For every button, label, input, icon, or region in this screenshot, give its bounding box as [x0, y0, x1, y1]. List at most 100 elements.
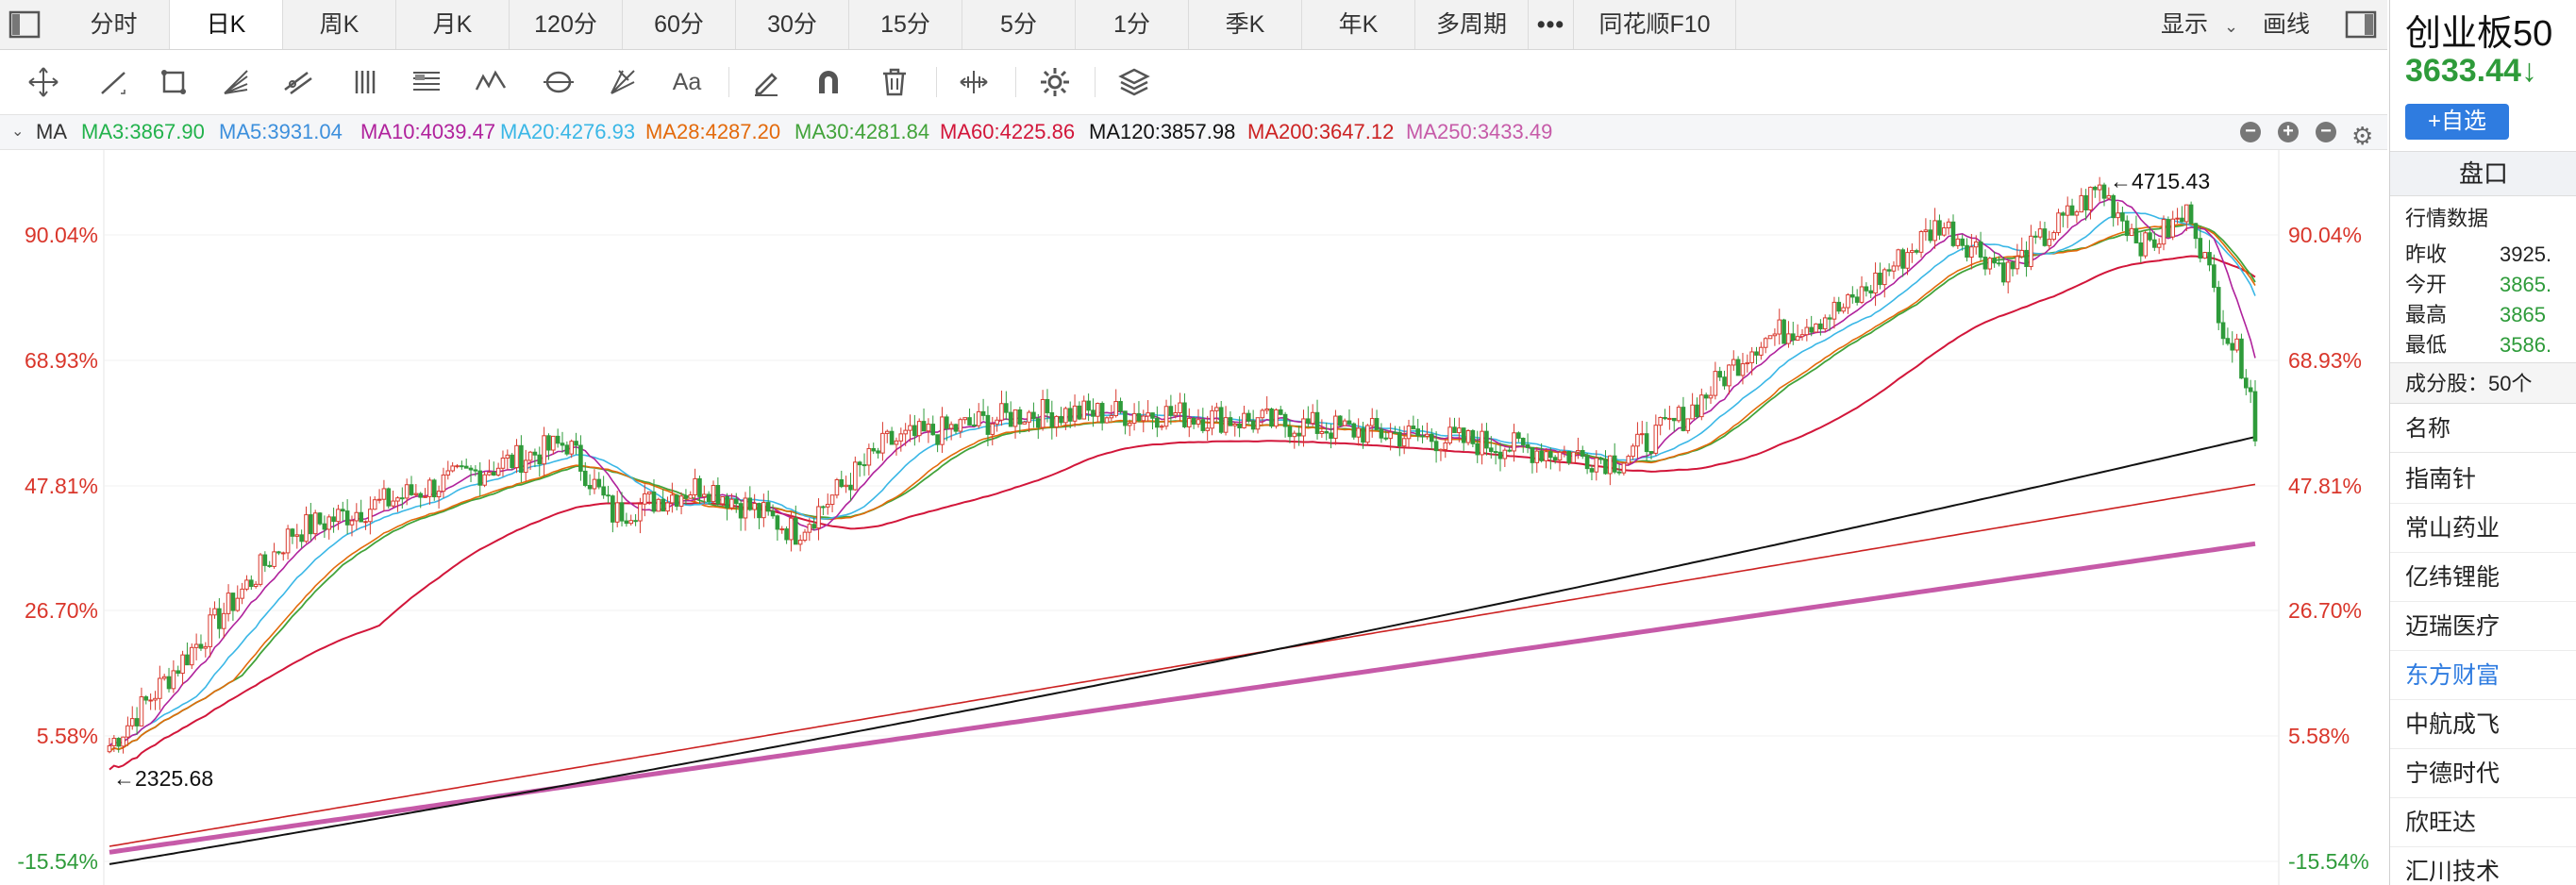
tab-period[interactable]: 分时 [59, 0, 170, 49]
stock-list-item[interactable]: 中航成飞 [2390, 700, 2576, 749]
ma-label[interactable]: MA [36, 115, 67, 149]
add-watchlist-button[interactable]: +自选 [2405, 104, 2509, 140]
candle-body [180, 654, 185, 675]
candle-body [646, 491, 652, 494]
candle-body [1081, 400, 1087, 420]
tab-period[interactable]: 日K [170, 0, 283, 49]
stock-list-item[interactable]: 欣旺达 [2390, 798, 2576, 847]
wave-tool-icon[interactable] [472, 63, 510, 101]
tab-period[interactable]: 15分 [849, 0, 962, 49]
vertical-lines-icon[interactable] [349, 63, 387, 101]
high-annotation: ←4715.43 [2110, 169, 2210, 193]
candle-body [894, 440, 899, 445]
candle-body [1910, 250, 1915, 254]
candle-body [1383, 437, 1389, 440]
candle-body [1648, 451, 1654, 454]
tab-period[interactable]: 多周期 [1415, 0, 1529, 49]
tab-period[interactable]: 120分 [510, 0, 623, 49]
magnet-icon[interactable] [810, 63, 847, 101]
move-cursor-icon[interactable] [25, 63, 62, 101]
ma-value: MA5:3931.04 [219, 120, 343, 143]
panel-toggle-icon[interactable] [2344, 8, 2378, 42]
tab-period[interactable]: 月K [396, 0, 510, 49]
candle-body [725, 495, 729, 509]
candle-body [276, 551, 281, 554]
fibonacci-icon[interactable] [408, 63, 445, 101]
tab-period[interactable]: 60分 [623, 0, 736, 49]
candle-body [1612, 455, 1617, 473]
candle-body [532, 451, 538, 456]
candle-body [1749, 351, 1754, 363]
candle-body [1864, 286, 1869, 292]
stock-list-item[interactable]: 指南针 [2390, 455, 2576, 504]
cycle-tool-icon[interactable] [540, 63, 577, 101]
kline-chart[interactable]: 90.04% 90.04% 68.93% 68.93% 47.81% 47.81% 26.7… [0, 150, 2387, 885]
gann-tool-icon[interactable] [604, 63, 642, 101]
candle-body [1534, 450, 1540, 463]
candle-body [1896, 249, 1901, 267]
candle-body [587, 485, 593, 490]
tab-period[interactable]: 同花顺F10 [1574, 0, 1736, 49]
stock-list-item[interactable]: 常山药业 [2390, 504, 2576, 553]
trash-icon[interactable] [876, 63, 913, 101]
candle-body [1365, 425, 1370, 443]
layers-icon[interactable] [1115, 63, 1153, 101]
pankou-tab[interactable]: 盘口 [2390, 151, 2576, 196]
tab-period[interactable]: 1分 [1076, 0, 1189, 49]
stock-list-item[interactable]: 迈瑞医疗 [2390, 602, 2576, 651]
stock-list-item[interactable]: 汇川技术 [2390, 847, 2576, 885]
tab-period[interactable]: 周K [283, 0, 396, 49]
candle-body [1329, 432, 1333, 440]
stock-list-item[interactable]: 东方财富 [2390, 651, 2576, 700]
collapse-chevron-icon[interactable]: ⌄ [11, 115, 24, 149]
candle-body [574, 441, 578, 446]
candle-body [2051, 232, 2056, 241]
draw-line-button[interactable]: 画线 [2263, 0, 2310, 49]
channel-tool-icon[interactable] [279, 63, 317, 101]
tab-period[interactable]: 5分 [962, 0, 1076, 49]
tab-period[interactable]: 季K [1189, 0, 1302, 49]
display-menu-button[interactable]: 显示 ⌄ [2161, 0, 2238, 49]
tab-period[interactable]: 30分 [736, 0, 849, 49]
candle-body [1608, 455, 1613, 475]
candle-body [1159, 426, 1164, 428]
expand-horizontal-icon[interactable] [955, 63, 993, 101]
candle-body [1685, 418, 1691, 431]
plus-icon[interactable]: + [2278, 122, 2299, 142]
tab-period[interactable]: 年K [1302, 0, 1415, 49]
candle-body [1841, 307, 1846, 312]
gear-icon[interactable] [1036, 63, 1074, 101]
text-tool-icon[interactable]: Aa [668, 63, 706, 101]
candle-body [1804, 326, 1810, 336]
candle-body [674, 494, 679, 508]
settings-gear-icon[interactable]: ⚙ [2351, 119, 2373, 153]
close-icon[interactable]: − [2316, 122, 2336, 142]
candle-body [2175, 217, 2180, 220]
candle-body [999, 403, 1004, 421]
minus-icon[interactable]: − [2240, 122, 2261, 142]
candle-body [1319, 430, 1325, 434]
rectangle-tool-icon[interactable] [155, 63, 192, 101]
candle-body [2101, 184, 2107, 199]
candle-body [844, 484, 848, 488]
more-tabs-button[interactable]: ••• [1529, 0, 1574, 49]
ma-value: MA10:4039.47 [360, 120, 496, 143]
candle-body [1223, 417, 1229, 433]
pen-icon[interactable] [747, 63, 785, 101]
candle-body [628, 520, 634, 525]
candle-body [1168, 406, 1174, 416]
stock-list-item[interactable]: 宁德时代 [2390, 749, 2576, 798]
candle-body [1324, 430, 1330, 434]
y-tick-label-left: -15.54% [17, 849, 98, 874]
candle-body [253, 583, 259, 588]
sidebar-toggle-icon[interactable] [8, 8, 42, 42]
quote-row: 今开 3865. [2405, 268, 2551, 298]
stock-list-item[interactable]: 亿纬锂能 [2390, 553, 2576, 602]
candle-body [1379, 428, 1384, 439]
candle-body [2225, 338, 2231, 344]
candle-body [761, 502, 766, 519]
fan-tool-icon[interactable] [217, 63, 255, 101]
line-tool-icon[interactable] [94, 63, 132, 101]
candle-body [816, 506, 821, 529]
components-header[interactable]: 成分股：50个 [2390, 362, 2576, 404]
